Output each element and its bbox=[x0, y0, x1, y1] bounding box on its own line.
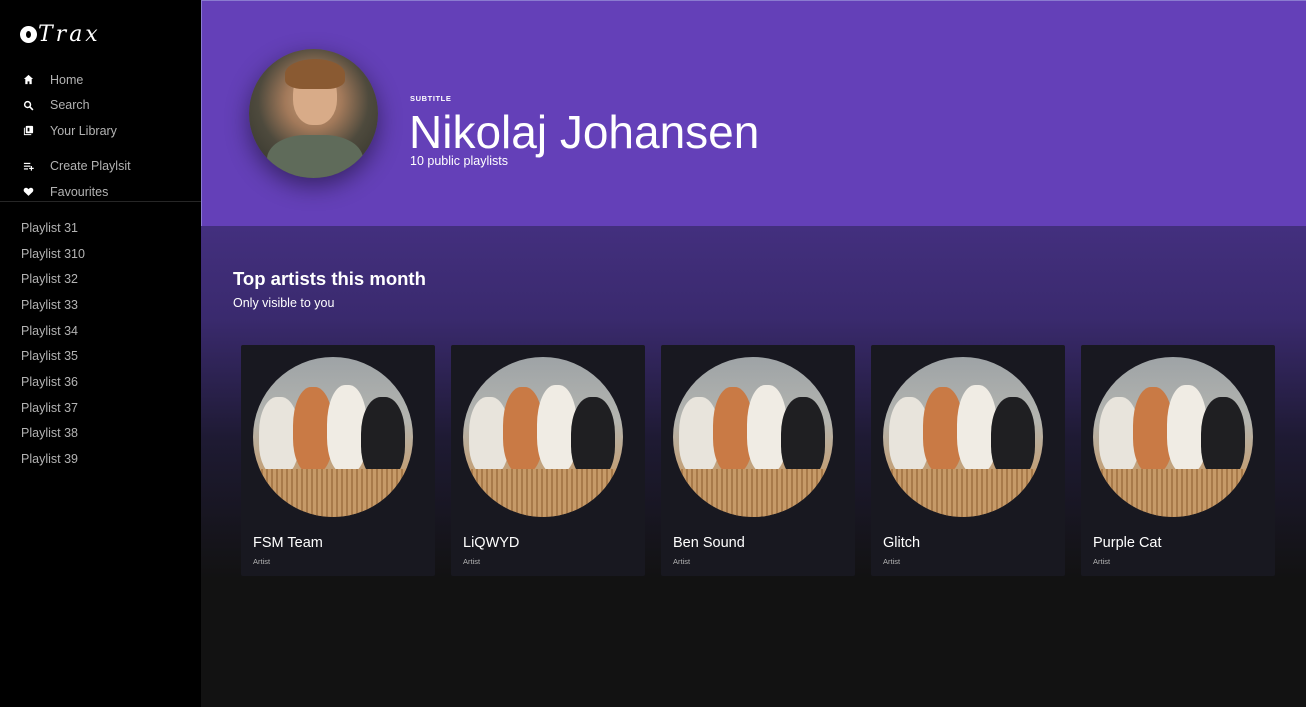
artist-card[interactable]: Ben Sound Artist bbox=[661, 345, 855, 576]
artist-image bbox=[253, 357, 413, 517]
artist-image bbox=[1093, 357, 1253, 517]
sidebar-item-label: Favourites bbox=[50, 184, 109, 199]
artist-type: Artist bbox=[463, 557, 481, 566]
artist-name: FSM Team bbox=[253, 535, 323, 551]
artist-image bbox=[673, 357, 833, 517]
sidebar-item-library[interactable]: Your Library bbox=[0, 118, 201, 144]
home-icon bbox=[22, 74, 34, 86]
header-subtitle: SUBTITLE bbox=[410, 94, 452, 103]
artist-card[interactable]: FSM Team Artist bbox=[241, 345, 435, 576]
artist-type: Artist bbox=[1093, 557, 1111, 566]
playlist-count: 10 public playlists bbox=[410, 154, 508, 168]
artist-image bbox=[883, 357, 1043, 517]
section-subtitle: Only visible to you bbox=[233, 296, 335, 310]
playlist-item[interactable]: Playlist 34 bbox=[0, 318, 201, 344]
playlist-item[interactable]: Playlist 36 bbox=[0, 369, 201, 395]
playlist-list: Playlist 31 Playlist 310 Playlist 32 Pla… bbox=[0, 215, 201, 472]
playlist-item[interactable]: Playlist 38 bbox=[0, 421, 201, 447]
sidebar-item-search[interactable]: Search bbox=[0, 93, 201, 119]
artist-card[interactable]: LiQWYD Artist bbox=[451, 345, 645, 576]
main-content: SUBTITLE Nikolaj Johansen 10 public play… bbox=[201, 0, 1306, 707]
sidebar-item-label: Create Playlsit bbox=[50, 159, 131, 174]
avatar bbox=[249, 49, 378, 178]
sidebar-item-label: Your Library bbox=[50, 123, 117, 138]
sidebar-divider bbox=[0, 201, 201, 202]
sidebar-item-label: Search bbox=[50, 98, 90, 113]
artist-type: Artist bbox=[673, 557, 691, 566]
artist-cards: FSM Team Artist LiQWYD Artist Ben Sound … bbox=[241, 345, 1275, 576]
playlist-add-icon bbox=[22, 160, 34, 172]
artist-name: Ben Sound bbox=[673, 535, 745, 551]
library-icon bbox=[22, 125, 34, 137]
artist-name: LiQWYD bbox=[463, 535, 520, 551]
sidebar-item-home[interactable]: Home bbox=[0, 67, 201, 93]
playlist-item[interactable]: Playlist 37 bbox=[0, 395, 201, 421]
page-title: Nikolaj Johansen bbox=[409, 106, 760, 158]
artist-name: Purple Cat bbox=[1093, 535, 1162, 551]
logo-text: Trax bbox=[38, 22, 101, 47]
sidebar: Trax Home Search Your Library Create Pla… bbox=[0, 0, 201, 707]
artist-type: Artist bbox=[883, 557, 901, 566]
playlist-item[interactable]: Playlist 310 bbox=[0, 241, 201, 267]
playlist-item[interactable]: Playlist 32 bbox=[0, 266, 201, 292]
artist-image bbox=[463, 357, 623, 517]
playlist-item[interactable]: Playlist 35 bbox=[0, 343, 201, 369]
artist-card[interactable]: Glitch Artist bbox=[871, 345, 1065, 576]
profile-header: SUBTITLE Nikolaj Johansen 10 public play… bbox=[201, 0, 1306, 226]
artist-name: Glitch bbox=[883, 535, 921, 551]
sidebar-item-label: Home bbox=[50, 72, 84, 87]
playlist-item[interactable]: Playlist 33 bbox=[0, 292, 201, 318]
sidebar-item-create-playlist[interactable]: Create Playlsit bbox=[0, 154, 201, 180]
heart-icon bbox=[22, 186, 34, 198]
search-icon bbox=[22, 99, 34, 111]
artist-type: Artist bbox=[253, 557, 271, 566]
playlist-item[interactable]: Playlist 39 bbox=[0, 446, 201, 472]
playlist-item[interactable]: Playlist 31 bbox=[0, 215, 201, 241]
logo[interactable]: Trax bbox=[20, 22, 101, 47]
section-title: Top artists this month bbox=[233, 268, 426, 289]
sidebar-nav: Home Search Your Library Create Playlsit… bbox=[0, 67, 201, 205]
artist-card[interactable]: Purple Cat Artist bbox=[1081, 345, 1275, 576]
disc-icon bbox=[20, 26, 37, 43]
